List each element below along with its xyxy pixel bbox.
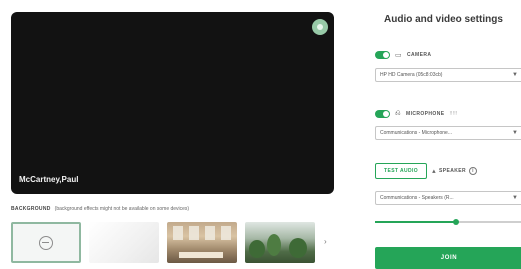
participant-name: McCartney,Paul [19,175,79,184]
volume-slider[interactable] [375,218,521,226]
no-background-icon [39,235,53,250]
background-option-none[interactable] [11,222,81,263]
microphone-toggle[interactable] [375,110,390,118]
chevron-down-icon: ▼ [512,130,518,136]
microphone-device: Communications - Microphone... [380,130,452,136]
speaker-label: SPEAKER [439,168,466,174]
background-options [11,222,315,263]
camera-status-icon [312,19,328,35]
background-option-office[interactable] [167,222,237,263]
test-audio-button[interactable]: TEST AUDIO [375,163,428,179]
camera-toggle[interactable] [375,51,390,59]
info-icon[interactable]: i [469,167,477,175]
microphone-row: ⎌ MICROPHONE !!!!! [375,110,457,118]
background-label: BACKGROUND [11,206,51,212]
speaker-select[interactable]: Communications - Speakers (R... ▼ [375,191,521,205]
volume-fill [375,221,457,223]
microphone-icon: ⎌ [395,110,401,117]
camera-device: HP HD Camera (05c8:03cb) [380,72,443,78]
chevron-right-icon[interactable]: › [324,237,327,246]
speaker-row: TEST AUDIO ▴ SPEAKER i [375,163,477,179]
microphone-label: MICROPHONE [406,111,445,117]
audio-video-settings-panel: Audio and video settings ▭ CAMERA HP HD … [373,0,521,269]
join-button[interactable]: JOIN [375,247,521,269]
speaker-device: Communications - Speakers (R... [380,195,454,201]
background-option-white[interactable] [89,222,159,263]
video-preview: McCartney,Paul [11,12,334,194]
chevron-down-icon: ▼ [512,195,518,201]
background-section-label: BACKGROUND (background effects might not … [11,206,189,212]
camera-icon: ▭ [395,52,403,59]
camera-select[interactable]: HP HD Camera (05c8:03cb) ▼ [375,68,521,82]
background-option-plants[interactable] [245,222,315,263]
volume-knob[interactable] [453,219,460,225]
speaker-icon: ▴ [432,168,437,175]
microphone-level: !!!!! [449,111,458,117]
chevron-down-icon: ▼ [512,72,518,78]
camera-label: CAMERA [407,52,432,58]
microphone-select[interactable]: Communications - Microphone... ▼ [375,126,521,140]
panel-title: Audio and video settings [384,14,503,25]
background-note: (background effects might not be availab… [54,206,190,212]
camera-row: ▭ CAMERA [375,51,431,59]
speaker-heading: ▴ SPEAKER i [432,167,477,175]
